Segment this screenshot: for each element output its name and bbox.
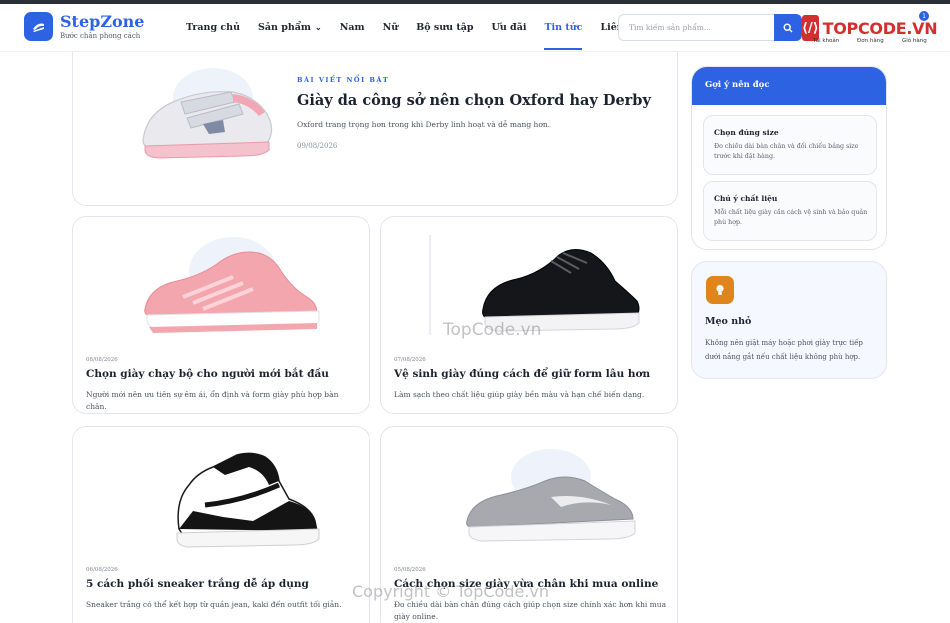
pink-running-shoe-image xyxy=(144,237,320,333)
tips-text: Không nên giặt máy hoặc phơi giày trực t… xyxy=(705,339,863,361)
featured-excerpt: Oxford trang trọng hơn trong khi Derby l… xyxy=(297,120,551,129)
search-input[interactable] xyxy=(619,15,774,40)
tips-title: Mẹo nhỏ xyxy=(705,316,752,327)
chevron-down-icon: ⌄ xyxy=(315,22,322,32)
suggested-reading-header: Gợi ý nên đọc xyxy=(692,67,886,105)
article-card[interactable]: 06/08/2026 5 cách phối sneaker trắng dễ … xyxy=(72,426,370,623)
suggested-reading-panel: Gợi ý nên đọc Chọn đúng size Đo chiều dà… xyxy=(691,66,887,250)
brand-name: StepZone xyxy=(60,11,145,31)
brand-logo-icon xyxy=(24,12,53,41)
watermark-center-text: TopCode.vn xyxy=(443,320,542,340)
article-title[interactable]: 5 cách phối sneaker trắng dễ áp dụng xyxy=(86,578,361,590)
site-header: StepZone Bước chân phong cách Trang chủ … xyxy=(0,4,950,52)
nav-label: Sản phẩm xyxy=(258,21,311,33)
featured-date: 09/08/2026 xyxy=(297,142,338,150)
nav-label: Ưu đãi xyxy=(491,21,527,33)
brand-tagline: Bước chân phong cách xyxy=(60,31,141,40)
brand[interactable]: StepZone Bước chân phong cách xyxy=(24,12,144,41)
lightbulb-icon xyxy=(706,276,734,304)
tip-desc: Đo chiều dài bàn chân và đối chiếu bảng … xyxy=(714,143,859,160)
article-title[interactable]: Chọn giày chạy bộ cho người mới bắt đầu xyxy=(86,368,361,380)
nav-item-men[interactable]: Nam xyxy=(340,4,365,50)
featured-shoe-image xyxy=(83,62,279,166)
nav-label: Nam xyxy=(339,21,365,33)
nav-label: Nữ xyxy=(382,21,399,33)
nav-label: Bộ sưu tập xyxy=(416,21,474,33)
watermark-logo-text: TOPCODE.VN xyxy=(822,18,938,38)
article-excerpt: Sneaker trắng có thể kết hợp từ quần jea… xyxy=(86,600,342,609)
featured-badge: BÀI VIẾT NỔI BẬT xyxy=(297,76,390,84)
article-date: 07/08/2026 xyxy=(394,357,426,363)
tip-desc: Mỗi chất liệu giày cần cách vệ sinh và b… xyxy=(714,209,868,226)
tip-title: Chú ý chất liệu xyxy=(714,194,778,203)
tips-panel: Mẹo nhỏ Không nên giặt máy hoặc phơi già… xyxy=(691,261,887,379)
nav-label: Tin tức xyxy=(544,21,583,33)
nav-item-collections[interactable]: Bộ sưu tập xyxy=(416,4,473,50)
account-link[interactable]: Tài khoản xyxy=(813,38,839,44)
article-excerpt: Làm sạch theo chất liệu giúp giày bền mà… xyxy=(394,390,645,399)
nav-item-home[interactable]: Trang chủ xyxy=(186,4,240,50)
article-card[interactable]: 07/08/2026 Vệ sinh giày đúng cách để giữ… xyxy=(380,216,678,414)
tip-card[interactable]: Chú ý chất liệu Mỗi chất liệu giày cần c… xyxy=(703,181,877,241)
search-button[interactable] xyxy=(774,14,802,41)
article-date: 08/08/2026 xyxy=(86,357,118,363)
suggested-reading-title: Gợi ý nên đọc xyxy=(705,80,770,90)
nav-item-products[interactable]: Sản phẩm ⌄ xyxy=(258,4,322,50)
grey-sneaker-image xyxy=(466,449,636,542)
featured-title[interactable]: Giày da công sở nên chọn Oxford hay Derb… xyxy=(297,92,651,109)
article-excerpt: Người mới nên ưu tiên sự êm ái, ổn định … xyxy=(86,390,339,411)
nav-item-news[interactable]: Tin tức xyxy=(544,4,582,50)
featured-article-card[interactable]: BÀI VIẾT NỔI BẬT Giày da công sở nên chọ… xyxy=(72,52,678,206)
nav-item-women[interactable]: Nữ xyxy=(383,4,399,50)
cart-count-badge: 1 xyxy=(919,11,929,21)
main-nav: Trang chủ Sản phẩm ⌄ Nam Nữ Bộ sưu tập Ưu… xyxy=(186,4,658,50)
article-title[interactable]: Vệ sinh giày đúng cách để giữ form lâu h… xyxy=(394,368,669,380)
article-date: 05/08/2026 xyxy=(394,567,426,573)
search-icon xyxy=(783,22,793,32)
black-white-high-top-image xyxy=(176,452,320,548)
orders-link[interactable]: Đơn hàng xyxy=(857,38,884,44)
article-date: 06/08/2026 xyxy=(86,567,118,573)
nav-item-deals[interactable]: Ưu đãi xyxy=(492,4,527,50)
cart-link[interactable]: Giỏ hàng xyxy=(902,38,927,44)
watermark-copyright-text: Copyright © TopCode.vn xyxy=(352,582,550,601)
tip-card[interactable]: Chọn đúng size Đo chiều dài bàn chân và … xyxy=(703,115,877,175)
search-box xyxy=(618,14,774,41)
tip-title: Chọn đúng size xyxy=(714,128,779,137)
article-excerpt: Đo chiều dài bàn chân đúng cách giúp chọ… xyxy=(394,600,667,621)
article-card[interactable]: 08/08/2026 Chọn giày chạy bộ cho người m… xyxy=(72,216,370,414)
nav-label: Trang chủ xyxy=(186,21,240,33)
